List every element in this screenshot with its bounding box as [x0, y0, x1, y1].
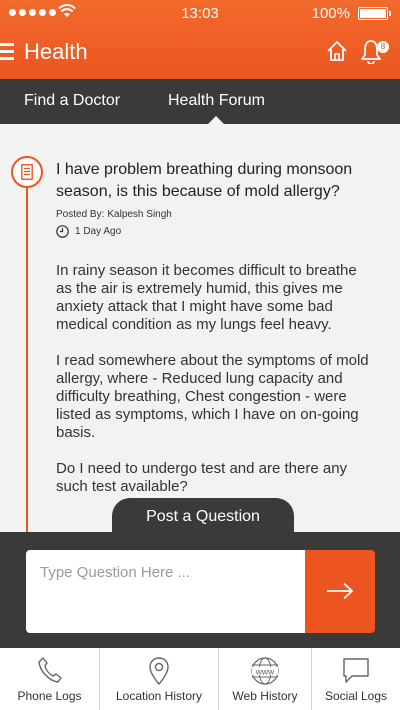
app-top-bar: 13:03 100% Health 8	[0, 0, 400, 79]
page-title: Health	[24, 39, 88, 64]
post-type-badge	[11, 156, 43, 188]
app-header: Health 8	[0, 26, 400, 79]
tab-find-a-doctor[interactable]: Find a Doctor	[24, 92, 120, 110]
nav-web-history[interactable]: www Web History	[219, 648, 312, 710]
location-pin-icon	[149, 657, 169, 686]
time-ago: 1 Day Ago	[75, 226, 122, 237]
nav-location-history[interactable]: Location History	[100, 648, 219, 710]
home-icon[interactable]	[326, 40, 348, 62]
phone-icon	[37, 657, 62, 683]
nav-label: Phone Logs	[17, 689, 82, 703]
hamburger-menu-icon[interactable]	[0, 43, 14, 60]
body-paragraph: I read somewhere about the symptoms of m…	[56, 352, 369, 441]
posted-by: Posted By: Kalpesh Singh	[56, 209, 172, 220]
battery-icon	[358, 7, 391, 20]
nav-label: Location History	[115, 689, 203, 703]
nav-social-logs[interactable]: Social Logs	[312, 648, 400, 710]
status-bar: 13:03 100%	[0, 0, 400, 26]
clock-icon	[56, 225, 69, 238]
tab-health-forum[interactable]: Health Forum	[168, 92, 265, 110]
posted-by-label: Posted By:	[56, 209, 105, 220]
chat-bubble-icon	[343, 658, 369, 683]
forum-post: I have problem breathing during monsoon …	[0, 124, 400, 532]
author-name: Kalpesh Singh	[107, 209, 172, 220]
question-input[interactable]	[26, 550, 306, 633]
body-paragraph: Do I need to undergo test and are there …	[56, 460, 348, 495]
nav-label: Web History	[232, 689, 298, 703]
active-tab-indicator	[208, 116, 224, 124]
timeline-line	[26, 186, 28, 532]
battery-percent: 100%	[311, 5, 350, 22]
www-globe-icon: www	[251, 657, 279, 685]
nav-phone-logs[interactable]: Phone Logs	[0, 648, 100, 710]
arrow-right-icon	[327, 582, 354, 600]
nav-label: Social Logs	[324, 689, 388, 703]
question-body: In rainy season it becomes difficult to …	[56, 262, 376, 514]
notification-badge: 8	[377, 41, 389, 53]
submit-question-button[interactable]	[305, 550, 375, 633]
bottom-nav: Phone Logs Location History www Web Hist…	[0, 648, 400, 710]
document-icon	[21, 164, 33, 180]
svg-text:www: www	[255, 667, 275, 677]
compose-panel	[0, 532, 400, 648]
question-title[interactable]: I have problem breathing during monsoon …	[56, 159, 386, 203]
tab-bar: Find a Doctor Health Forum	[0, 79, 400, 124]
post-time: 1 Day Ago	[56, 225, 121, 238]
body-paragraph: In rainy season it becomes difficult to …	[56, 262, 357, 333]
post-question-label[interactable]: Post a Question	[112, 508, 294, 526]
